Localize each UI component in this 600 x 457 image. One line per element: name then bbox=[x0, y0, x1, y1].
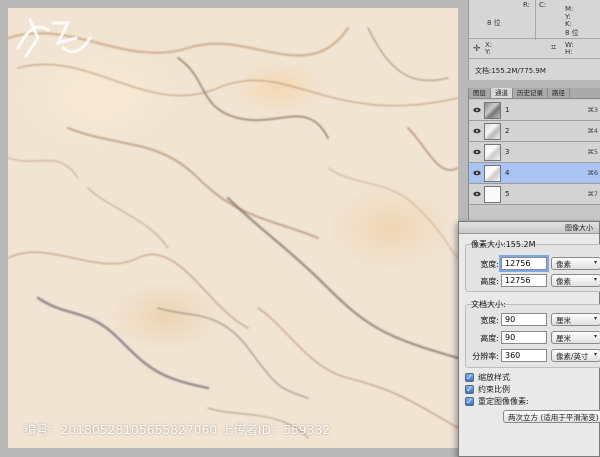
channel-name: 4 bbox=[505, 169, 510, 177]
crosshair-icon: ✛ bbox=[473, 44, 481, 54]
channel-name: 5 bbox=[505, 190, 510, 198]
pixel-height-input[interactable] bbox=[501, 274, 547, 287]
image-size-dialog: 图像大小 像素大小:155.2M 宽度: 像素▾ 高度: 像素▾ 文档大小: 宽… bbox=[458, 221, 600, 457]
eye-icon[interactable] bbox=[473, 170, 481, 176]
pixel-height-label: 高度: bbox=[480, 277, 499, 286]
resample-checkbox[interactable]: ✓ 重定图像像素: bbox=[465, 396, 529, 407]
resolution-input[interactable] bbox=[501, 349, 547, 362]
watermark-logo bbox=[16, 18, 92, 58]
eye-icon[interactable] bbox=[473, 191, 481, 197]
doc-height-label: 高度: bbox=[480, 334, 499, 343]
channel-name: 1 bbox=[505, 106, 510, 114]
tab-history[interactable]: 历史记录 bbox=[513, 88, 548, 98]
eye-icon[interactable] bbox=[473, 128, 481, 134]
checkmark-icon[interactable]: ✓ bbox=[465, 385, 474, 394]
tab-layers[interactable]: 图层 bbox=[469, 88, 491, 98]
doc-width-input[interactable] bbox=[501, 313, 547, 326]
channel-row[interactable]: 2 ⌘4 bbox=[469, 121, 600, 142]
channel-thumbnail bbox=[484, 165, 501, 182]
channel-name: 2 bbox=[505, 127, 510, 135]
channel-row[interactable]: 3 ⌘5 bbox=[469, 142, 600, 163]
eye-icon[interactable] bbox=[473, 107, 481, 113]
watermark-text: 编号：20180528105655827060 上传者ID：559332 bbox=[24, 423, 331, 437]
channels-panel: 图层 通道 历史记录 路径 1 ⌘3 2 ⌘4 3 ⌘5 4 ⌘6 5 ⌘7 bbox=[468, 88, 600, 220]
info-panel: R: C: M: Y: K: 8 位 8 位 ✛ X: Y: ⌗ W: H: 文… bbox=[468, 0, 600, 80]
channel-row[interactable]: 1 ⌘3 bbox=[469, 100, 600, 121]
chevron-down-icon: ▾ bbox=[593, 315, 597, 322]
pixel-width-unit-select[interactable]: 像素 ▾ bbox=[551, 257, 600, 270]
chevron-down-icon: ▾ bbox=[593, 333, 597, 340]
selection-size-icon: ⌗ bbox=[551, 43, 557, 53]
scale-styles-label: 缩放样式 bbox=[478, 373, 510, 382]
info-r-label: R: bbox=[523, 1, 531, 9]
tab-paths[interactable]: 路径 bbox=[548, 88, 570, 98]
info-k-label: K: bbox=[565, 20, 572, 28]
constrain-proportions-label: 约束比例 bbox=[478, 385, 510, 394]
doc-width-unit-select[interactable]: 厘米 ▾ bbox=[551, 313, 600, 326]
document-size-title: 文档大小: bbox=[471, 300, 506, 309]
chevron-down-icon: ▾ bbox=[593, 351, 597, 358]
panel-tabs: 图层 通道 历史记录 路径 bbox=[469, 88, 600, 99]
resample-label: 重定图像像素: bbox=[478, 397, 529, 406]
pixel-width-label: 宽度: bbox=[480, 260, 499, 269]
info-bits-left: 8 位 bbox=[487, 19, 501, 27]
channel-shortcut: ⌘7 bbox=[587, 190, 598, 198]
channel-thumbnail bbox=[484, 123, 501, 140]
info-m-label: M: bbox=[565, 5, 574, 13]
scale-styles-checkbox[interactable]: ✓ 缩放样式 bbox=[465, 372, 510, 383]
doc-height-unit-select[interactable]: 厘米 ▾ bbox=[551, 331, 600, 344]
dialog-title: 图像大小 bbox=[459, 222, 599, 234]
marble-texture bbox=[8, 26, 458, 439]
channel-thumbnail bbox=[484, 186, 501, 203]
channel-row-selected[interactable]: 4 ⌘6 bbox=[469, 163, 600, 184]
channel-name: 3 bbox=[505, 148, 510, 156]
checkmark-icon[interactable]: ✓ bbox=[465, 397, 474, 406]
channel-row[interactable]: 5 ⌘7 bbox=[469, 184, 600, 205]
channel-thumbnail bbox=[484, 102, 501, 119]
channel-thumbnail bbox=[484, 144, 501, 161]
channel-shortcut: ⌘4 bbox=[587, 127, 598, 135]
image-canvas[interactable]: 编号：20180528105655827060 上传者ID：559332 bbox=[8, 8, 458, 448]
resample-method-select[interactable]: 两次立方 (适用于平滑渐变) bbox=[503, 410, 600, 423]
info-bits-right: 8 位 bbox=[565, 29, 579, 37]
resolution-unit-select[interactable]: 像素/英寸 ▾ bbox=[551, 349, 600, 362]
eye-icon[interactable] bbox=[473, 149, 481, 155]
info-h-label: H: bbox=[565, 48, 573, 56]
constrain-proportions-checkbox[interactable]: ✓ 约束比例 bbox=[465, 384, 510, 395]
pixel-width-input[interactable] bbox=[501, 257, 547, 270]
info-y2-label: Y: bbox=[485, 48, 491, 56]
pixel-height-unit-select[interactable]: 像素 ▾ bbox=[551, 274, 600, 287]
chevron-down-icon: ▾ bbox=[593, 276, 597, 283]
tab-channels[interactable]: 通道 bbox=[491, 88, 513, 98]
checkmark-icon[interactable]: ✓ bbox=[465, 373, 474, 382]
doc-width-label: 宽度: bbox=[480, 316, 499, 325]
channel-shortcut: ⌘6 bbox=[587, 169, 598, 177]
info-c-label: C: bbox=[539, 1, 547, 9]
doc-height-input[interactable] bbox=[501, 331, 547, 344]
chevron-down-icon: ▾ bbox=[593, 259, 597, 266]
resolution-label: 分辨率: bbox=[472, 352, 499, 361]
channel-shortcut: ⌘3 bbox=[587, 106, 598, 114]
document-size-readout: 文档:155.2M/775.9M bbox=[475, 67, 546, 75]
channel-shortcut: ⌘5 bbox=[587, 148, 598, 156]
pixel-dimensions-title: 像素大小:155.2M bbox=[471, 240, 536, 249]
